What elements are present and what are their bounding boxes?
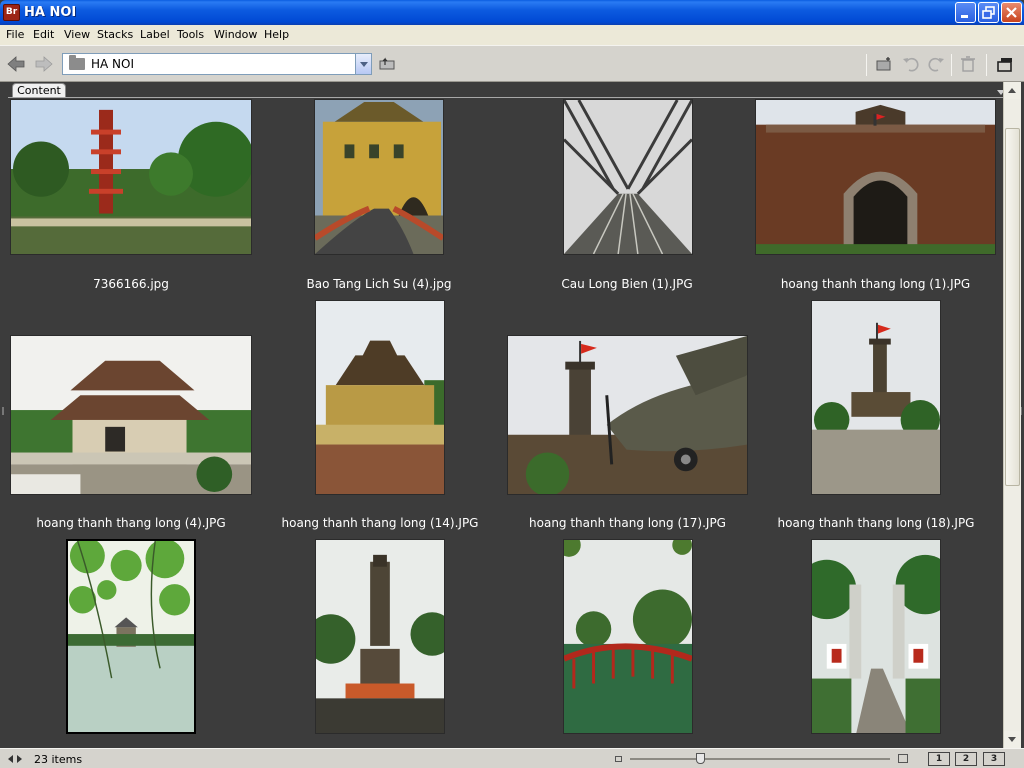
minimize-button[interactable] <box>955 2 976 23</box>
path-dropdown[interactable]: HA NOI <box>62 53 372 75</box>
path-text: HA NOI <box>91 57 135 71</box>
zoom-out-icon[interactable] <box>615 756 622 762</box>
toolbar-divider <box>951 54 952 76</box>
close-button[interactable] <box>1001 2 1022 23</box>
window-title: HA NOI <box>24 5 77 20</box>
zoom-slider-handle[interactable] <box>696 753 706 764</box>
thumbnail-image[interactable] <box>811 300 941 495</box>
thumbnail-image[interactable] <box>563 99 693 255</box>
workspace-2-button[interactable]: 2 <box>955 752 977 766</box>
menu-file[interactable]: File <box>6 28 24 42</box>
menu-help[interactable]: Help <box>264 28 289 42</box>
thumbnail-grid: 7366166.jpg Bao Tang Lich Su (4).jpg Cau… <box>0 82 1002 748</box>
scroll-down-icon[interactable] <box>1004 731 1021 748</box>
thumbnail-image[interactable] <box>10 335 252 495</box>
content-panel: Content 7366166.jpg Bao Tang Lich Su (4)… <box>0 82 1024 748</box>
thumbnail-caption: hoang thanh thang long (1).JPG <box>780 277 971 291</box>
zoom-slider-track[interactable] <box>630 758 890 760</box>
status-bar: 23 items 1 2 3 <box>0 748 1024 768</box>
thumbnail-image[interactable] <box>315 300 445 495</box>
restore-button[interactable] <box>978 2 999 23</box>
vertical-scrollbar[interactable] <box>1003 82 1021 748</box>
new-folder-icon[interactable] <box>874 55 894 73</box>
menu-view[interactable]: View <box>64 28 90 42</box>
menu-edit[interactable]: Edit <box>33 28 54 42</box>
workspace-1-button[interactable]: 1 <box>928 752 950 766</box>
back-arrow-icon[interactable] <box>7 56 25 72</box>
thumbnail-image[interactable] <box>811 539 941 734</box>
thumbnail-caption: 7366166.jpg <box>93 277 169 291</box>
folder-icon <box>69 55 85 70</box>
menu-label[interactable]: Label <box>140 28 170 42</box>
thumbnail-image[interactable] <box>314 99 444 255</box>
toolbar-divider <box>866 54 867 76</box>
thumbnail-caption: hoang thanh thang long (4).JPG <box>36 516 226 530</box>
minimize-icon <box>961 15 968 18</box>
rotate-right-icon[interactable] <box>926 55 946 73</box>
left-resize-handle[interactable] <box>2 407 4 415</box>
thumbnail-image[interactable] <box>10 99 252 255</box>
title-bar: Br HA NOI <box>0 0 1024 25</box>
trash-icon[interactable] <box>958 55 978 73</box>
scroll-thumb[interactable] <box>1005 128 1020 486</box>
bridge-app-icon: Br <box>3 4 20 21</box>
thumbnail-image[interactable] <box>315 539 445 734</box>
thumbnail-image[interactable] <box>66 539 196 734</box>
forward-arrow-icon[interactable] <box>35 56 53 72</box>
menu-bar: File Edit View Stacks Label Tools Window… <box>0 25 1024 45</box>
menu-window[interactable]: Window <box>214 28 257 42</box>
close-icon <box>1006 7 1017 18</box>
thumbnail-caption: hoang thanh thang long (18).JPG <box>777 516 975 530</box>
collapse-panels-icon[interactable] <box>7 754 23 764</box>
workspace-3-button[interactable]: 3 <box>983 752 1005 766</box>
go-up-folder-icon[interactable] <box>377 55 397 73</box>
thumbnail-caption: hoang thanh thang long (17).JPG <box>529 516 726 530</box>
menu-tools[interactable]: Tools <box>177 28 204 42</box>
thumbnail-image[interactable] <box>755 99 996 255</box>
scroll-up-icon[interactable] <box>1004 82 1021 99</box>
restore-icon <box>982 6 995 19</box>
toolbar: HA NOI <box>0 45 1024 82</box>
item-count: 23 items <box>34 753 83 766</box>
thumbnail-caption: hoang thanh thang long (14).JPG <box>281 516 479 530</box>
rotate-left-icon[interactable] <box>901 55 921 73</box>
menu-stacks[interactable]: Stacks <box>97 28 133 42</box>
compact-mode-icon[interactable] <box>995 55 1015 73</box>
thumbnail-image[interactable] <box>563 539 693 734</box>
thumbnail-caption: Bao Tang Lich Su (4).jpg <box>306 277 452 291</box>
thumbnail-image[interactable] <box>507 335 748 495</box>
toolbar-divider <box>986 54 987 76</box>
chevron-down-icon[interactable] <box>355 54 371 74</box>
thumbnail-caption: Cau Long Bien (1).JPG <box>561 277 693 291</box>
zoom-in-icon[interactable] <box>898 754 908 763</box>
